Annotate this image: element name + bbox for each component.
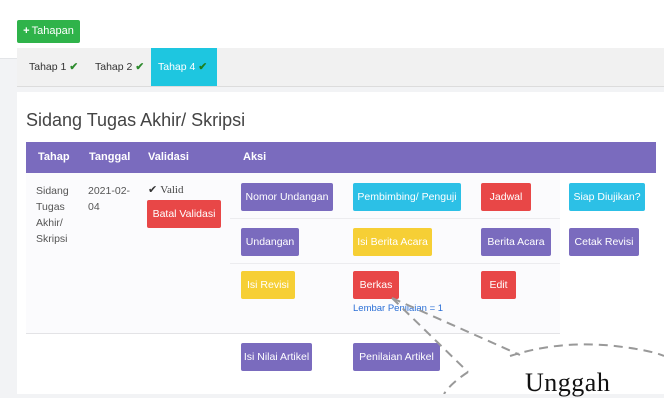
callout-bubble-outline xyxy=(443,371,469,394)
callout-annotation xyxy=(391,297,664,394)
callout-pointer-line xyxy=(391,297,469,373)
callout-pointer-line xyxy=(391,297,521,356)
callout-bubble-outline xyxy=(509,343,664,357)
